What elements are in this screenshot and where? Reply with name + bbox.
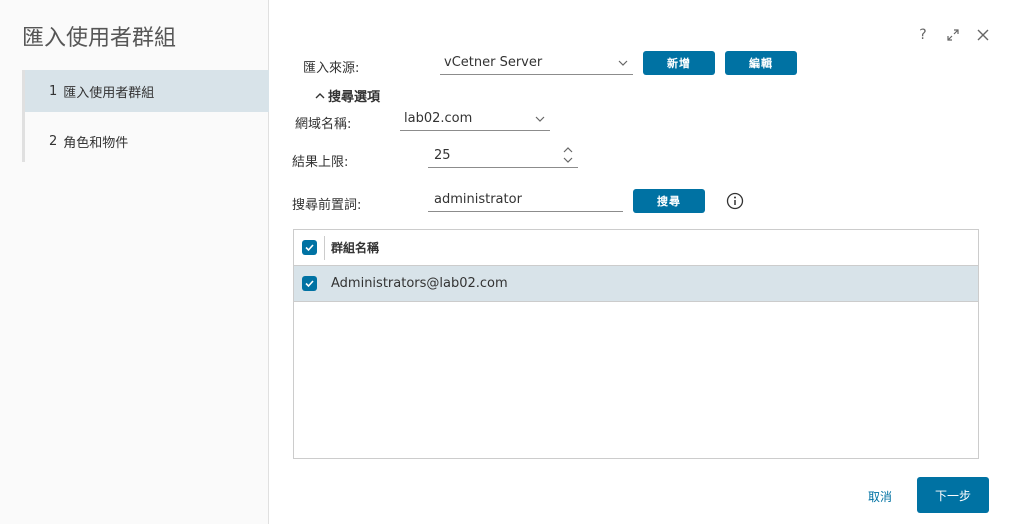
group-name-cell: Administrators@lab02.com bbox=[331, 276, 508, 291]
import-source-label: 匯入來源: bbox=[303, 61, 360, 76]
step-label: 角色和物件 bbox=[63, 135, 129, 151]
wizard-steps: 1 匯入使用者群組 2 角色和物件 bbox=[22, 70, 269, 162]
search-prefix-label: 搜尋前置詞: bbox=[292, 198, 362, 213]
result-limit-stepper[interactable]: 25 bbox=[428, 144, 578, 168]
close-icon[interactable] bbox=[974, 26, 992, 44]
select-all-checkbox[interactable] bbox=[302, 240, 317, 255]
column-header-group-name[interactable]: 群組名稱 bbox=[331, 239, 379, 256]
column-divider bbox=[324, 236, 325, 260]
search-options-toggle[interactable]: 搜尋選項 bbox=[314, 86, 380, 105]
step-number: 2 bbox=[49, 133, 58, 149]
window-controls: ? bbox=[914, 26, 992, 44]
checkmark-icon bbox=[305, 280, 314, 288]
stepper-arrows-icon[interactable] bbox=[562, 145, 574, 169]
row-checkbox[interactable] bbox=[302, 276, 317, 291]
search-prefix-input[interactable]: administrator bbox=[428, 188, 623, 212]
info-icon[interactable] bbox=[726, 192, 744, 210]
domain-name-label: 網域名稱: bbox=[295, 117, 352, 132]
result-limit-label: 結果上限: bbox=[292, 155, 349, 170]
next-button[interactable]: 下一步 bbox=[917, 477, 989, 513]
cancel-button[interactable]: 取消 bbox=[868, 488, 892, 505]
table-row[interactable]: Administrators@lab02.com bbox=[294, 266, 978, 302]
expand-icon[interactable] bbox=[944, 26, 962, 44]
chevron-down-icon bbox=[617, 57, 629, 73]
step-label: 匯入使用者群組 bbox=[63, 85, 155, 101]
grid-header: 群組名稱 bbox=[294, 230, 978, 266]
domain-name-select[interactable]: lab02.com bbox=[400, 107, 550, 131]
step-number: 1 bbox=[49, 83, 58, 99]
search-prefix-value: administrator bbox=[434, 192, 522, 207]
wizard-title: 匯入使用者群組 bbox=[22, 26, 177, 51]
result-limit-value: 25 bbox=[434, 148, 451, 163]
checkmark-icon bbox=[305, 244, 314, 252]
step-roles-and-objects[interactable]: 2 角色和物件 bbox=[25, 120, 269, 162]
chevron-down-icon bbox=[534, 113, 546, 129]
domain-name-value: lab02.com bbox=[404, 111, 473, 126]
edit-button[interactable]: 編輯 bbox=[725, 51, 797, 75]
search-options-label: 搜尋選項 bbox=[328, 90, 381, 105]
group-grid: 群組名稱 Administrators@lab02.com bbox=[293, 229, 979, 459]
chevron-up-icon bbox=[315, 92, 325, 98]
add-button[interactable]: 新增 bbox=[643, 51, 715, 75]
wizard-sidebar: 匯入使用者群組 1 匯入使用者群組 2 角色和物件 bbox=[0, 0, 269, 524]
import-source-value: vCetner Server bbox=[444, 55, 543, 70]
search-button[interactable]: 搜尋 bbox=[633, 189, 705, 213]
import-source-select[interactable]: vCetner Server bbox=[440, 51, 633, 75]
step-import-user-group[interactable]: 1 匯入使用者群組 bbox=[25, 70, 269, 112]
help-icon[interactable]: ? bbox=[914, 26, 932, 44]
